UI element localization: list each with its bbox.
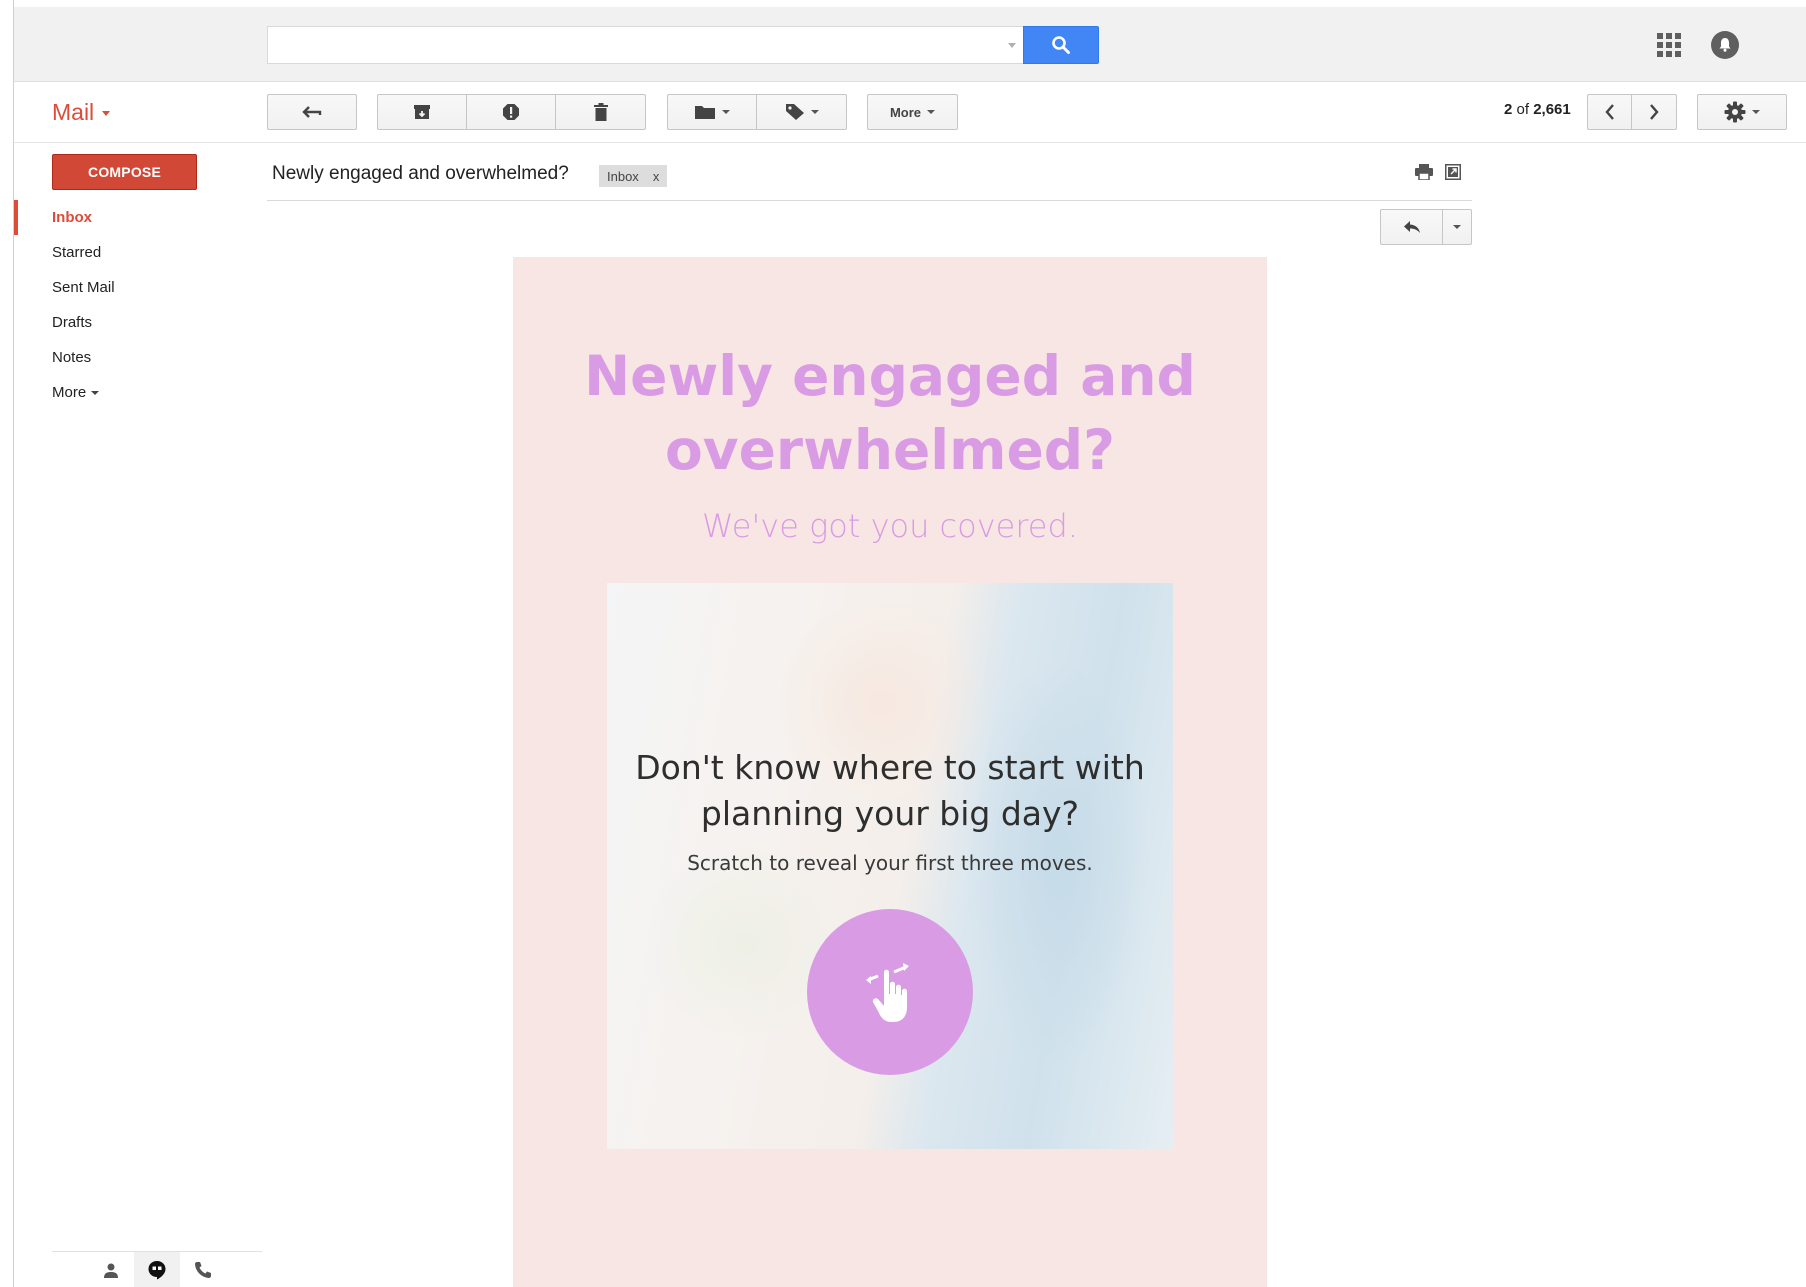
email-headline-line-1: Newly engaged and bbox=[584, 344, 1196, 408]
email-headline: Newly engaged and overwhelmed? bbox=[513, 339, 1267, 487]
chevron-down-icon bbox=[1752, 110, 1760, 114]
reply-icon bbox=[1403, 221, 1420, 233]
settings-button[interactable] bbox=[1697, 94, 1787, 130]
mail-app-switcher[interactable]: Mail bbox=[52, 99, 111, 126]
contacts-tab[interactable] bbox=[88, 1252, 134, 1287]
report-spam-icon bbox=[503, 104, 519, 120]
hero-instruction: Scratch to reveal your first three moves… bbox=[687, 851, 1093, 875]
sidebar-item-inbox[interactable]: Inbox bbox=[14, 200, 248, 235]
sidebar-item-more[interactable]: More bbox=[14, 375, 248, 410]
pager-nav-group bbox=[1587, 94, 1677, 130]
newer-button[interactable] bbox=[1588, 95, 1632, 129]
organize-button-group bbox=[667, 94, 847, 130]
trash-icon bbox=[593, 103, 608, 121]
tag-icon bbox=[785, 104, 804, 120]
sidebar-item-label: Drafts bbox=[52, 314, 93, 331]
chevron-down-icon bbox=[927, 110, 936, 114]
sidebar-nav: Inbox Starred Sent Mail Drafts Notes Mor… bbox=[14, 200, 248, 410]
scratch-button[interactable] bbox=[807, 909, 973, 1075]
move-to-button[interactable] bbox=[668, 95, 757, 129]
hangouts-tab[interactable] bbox=[134, 1251, 180, 1287]
delete-button[interactable] bbox=[556, 95, 645, 129]
print-icon[interactable] bbox=[1415, 164, 1433, 180]
label-chip-text: Inbox bbox=[607, 168, 639, 184]
reply-button[interactable] bbox=[1381, 210, 1443, 244]
email-body: Newly engaged and overwhelmed? We've got… bbox=[513, 257, 1267, 1287]
sidebar-item-label: Starred bbox=[52, 244, 102, 261]
pager-count: 2 of 2,661 bbox=[1504, 101, 1571, 118]
sidebar-item-drafts[interactable]: Drafts bbox=[14, 305, 248, 340]
sidebar-item-label: More bbox=[52, 384, 87, 401]
compose-button[interactable]: COMPOSE bbox=[52, 154, 197, 190]
reply-button-group bbox=[1380, 209, 1472, 245]
reply-options-button[interactable] bbox=[1443, 210, 1471, 244]
email-headline-line-2: overwhelmed? bbox=[664, 418, 1116, 482]
message-subject: Newly engaged and overwhelmed? bbox=[272, 163, 569, 184]
search-icon bbox=[1052, 36, 1070, 54]
top-bar bbox=[14, 7, 1806, 82]
back-button[interactable] bbox=[267, 94, 357, 130]
pager-total: 2,661 bbox=[1533, 101, 1571, 118]
email-subheadline: We've got you covered. bbox=[702, 507, 1078, 545]
search-input[interactable] bbox=[267, 26, 1024, 64]
sidebar-item-notes[interactable]: Notes bbox=[14, 340, 248, 375]
sidebar-item-label: Sent Mail bbox=[52, 279, 115, 296]
pager-of: of bbox=[1516, 101, 1530, 118]
toolbar: Mail More 2 of 2,661 bbox=[14, 83, 1806, 143]
apps-grid-icon[interactable] bbox=[1657, 33, 1681, 57]
search-button[interactable] bbox=[1023, 26, 1099, 64]
sidebar-item-starred[interactable]: Starred bbox=[14, 235, 248, 270]
left-frame bbox=[0, 0, 14, 1287]
hero-question-line-1: Don't know where to start with bbox=[635, 748, 1145, 787]
chevron-down-icon bbox=[102, 111, 111, 116]
chevron-down-icon bbox=[722, 110, 730, 114]
hangouts-bar bbox=[52, 1251, 262, 1287]
hangouts-icon bbox=[148, 1260, 166, 1279]
chevron-down-icon bbox=[91, 390, 100, 395]
older-button[interactable] bbox=[1632, 95, 1676, 129]
chevron-down-icon bbox=[1453, 225, 1461, 229]
phone-tab[interactable] bbox=[180, 1252, 226, 1287]
notifications-icon[interactable] bbox=[1711, 31, 1739, 59]
sidebar-item-label: Inbox bbox=[52, 209, 92, 226]
hero-question-line-2: planning your big day? bbox=[700, 794, 1080, 833]
archive-button[interactable] bbox=[378, 95, 467, 129]
app-title: Mail bbox=[52, 99, 95, 125]
phone-icon bbox=[195, 1261, 211, 1278]
folder-icon bbox=[695, 106, 715, 119]
more-actions-button[interactable]: More bbox=[867, 94, 958, 130]
hero-question: Don't know where to start with planning … bbox=[607, 745, 1173, 837]
sidebar-item-sent-mail[interactable]: Sent Mail bbox=[14, 270, 248, 305]
person-icon bbox=[104, 1263, 118, 1278]
scratch-hand-icon bbox=[866, 963, 909, 1022]
back-arrow-icon bbox=[302, 106, 322, 118]
search-field[interactable] bbox=[268, 27, 1024, 63]
chevron-left-icon bbox=[1604, 104, 1614, 120]
archive-icon bbox=[414, 105, 430, 119]
chevron-down-icon bbox=[810, 110, 819, 114]
chevron-right-icon bbox=[1650, 104, 1659, 120]
pager-current: 2 bbox=[1504, 101, 1513, 118]
gear-icon bbox=[1724, 101, 1746, 123]
sidebar: COMPOSE Inbox Starred Sent Mail Drafts N… bbox=[14, 143, 262, 1287]
inbox-label-chip[interactable]: Inbox x bbox=[599, 165, 668, 187]
new-window-icon[interactable] bbox=[1445, 164, 1461, 180]
action-button-group bbox=[377, 94, 646, 130]
search-options-caret-icon[interactable] bbox=[1008, 43, 1016, 48]
more-actions-label: More bbox=[889, 104, 922, 120]
sidebar-item-label: Notes bbox=[52, 349, 92, 366]
top-gap bbox=[0, 0, 1806, 7]
message-header: Newly engaged and overwhelmed? Inbox x bbox=[267, 143, 1472, 201]
hero-scratch-card[interactable]: Don't know where to start with planning … bbox=[607, 583, 1173, 1149]
labels-button[interactable] bbox=[757, 95, 846, 129]
report-spam-button[interactable] bbox=[467, 95, 556, 129]
remove-label-button[interactable]: x bbox=[653, 169, 660, 184]
